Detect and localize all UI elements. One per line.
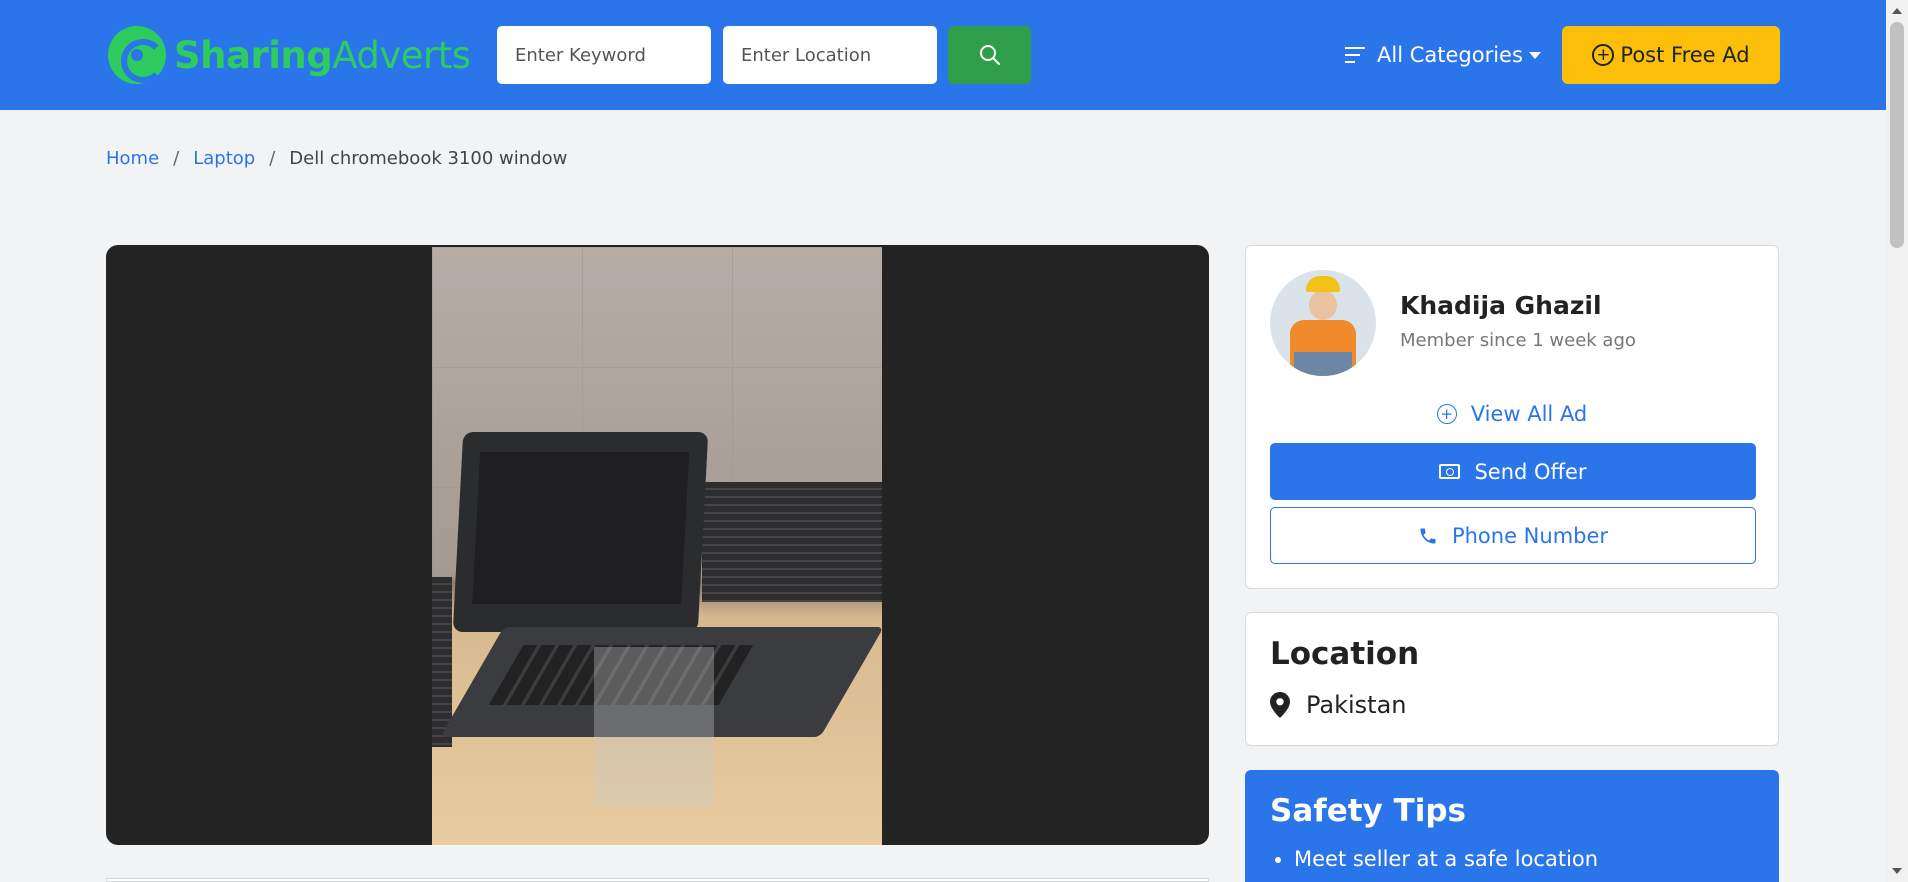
location-title: Location: [1270, 636, 1420, 672]
ad-image-gallery[interactable]: [106, 245, 1209, 845]
breadcrumb-home[interactable]: Home: [106, 148, 159, 169]
ad-photo[interactable]: [432, 247, 882, 845]
all-categories-dropdown[interactable]: All Categories: [1345, 26, 1541, 84]
search-icon: [979, 45, 1000, 65]
send-offer-label: Send Offer: [1474, 459, 1587, 484]
scroll-down-arrow-icon[interactable]: [1892, 868, 1902, 874]
logo-text-light: Adverts: [332, 33, 471, 77]
laptop-screen: [452, 432, 709, 632]
safety-tips-title: Safety Tips: [1270, 793, 1466, 829]
search-button[interactable]: [948, 26, 1031, 84]
caret-down-icon: [1528, 51, 1541, 59]
phone-number-label: Phone Number: [1451, 523, 1609, 548]
site-header: SharingAdverts All Categories + Post Fre…: [0, 0, 1886, 110]
description-card-edge: [106, 878, 1209, 882]
laptop-stack: [702, 482, 882, 602]
breadcrumb-category[interactable]: Laptop: [193, 148, 255, 169]
location-card: Location Pakistan: [1245, 612, 1779, 746]
view-all-ads-label: View All Ad: [1470, 402, 1588, 426]
logo-text-bold: Sharing: [174, 33, 333, 77]
breadcrumb: Home / Laptop / Dell chromebook 3100 win…: [106, 148, 567, 169]
breadcrumb-separator: /: [173, 148, 180, 169]
breadcrumb-separator: /: [269, 148, 276, 169]
site-logo[interactable]: SharingAdverts: [108, 25, 471, 85]
seller-avatar: [1270, 270, 1376, 376]
seller-card: Khadija Ghazil Member since 1 week ago +…: [1245, 245, 1779, 589]
view-all-ads-link[interactable]: + View All Ad: [1246, 402, 1778, 426]
plus-circle-icon: +: [1592, 44, 1615, 66]
watermark: [594, 647, 714, 807]
scroll-up-arrow-icon[interactable]: [1892, 8, 1902, 14]
phone-number-button[interactable]: Phone Number: [1270, 507, 1756, 564]
send-offer-button[interactable]: Send Offer: [1270, 443, 1756, 500]
keyword-input[interactable]: [497, 26, 711, 84]
safety-tips-card: Safety Tips Meet seller at a safe locati…: [1245, 770, 1779, 882]
map-pin-icon: [1270, 692, 1290, 718]
cash-icon: [1439, 464, 1461, 479]
breadcrumb-current: Dell chromebook 3100 window: [289, 148, 568, 169]
safety-tips-list: Meet seller at a safe location: [1294, 847, 1598, 879]
safety-tip-item: Meet seller at a safe location: [1294, 847, 1598, 871]
plus-circle-icon: +: [1436, 404, 1457, 424]
logo-icon: [108, 26, 166, 84]
menu-lines-icon: [1345, 47, 1365, 63]
logo-text: SharingAdverts: [174, 34, 471, 77]
member-since: Member since 1 week ago: [1400, 330, 1636, 351]
scroll-thumb[interactable]: [1890, 22, 1904, 248]
location-value: Pakistan: [1306, 691, 1407, 719]
page-scrollbar[interactable]: [1886, 0, 1908, 882]
post-free-ad-label: Post Free Ad: [1620, 43, 1750, 67]
location-input[interactable]: [723, 26, 937, 84]
phone-icon: [1420, 528, 1436, 543]
post-free-ad-button[interactable]: + Post Free Ad: [1562, 26, 1780, 84]
location-row: Pakistan: [1270, 691, 1407, 719]
seller-name: Khadija Ghazil: [1400, 291, 1602, 320]
all-categories-label: All Categories: [1377, 43, 1523, 67]
